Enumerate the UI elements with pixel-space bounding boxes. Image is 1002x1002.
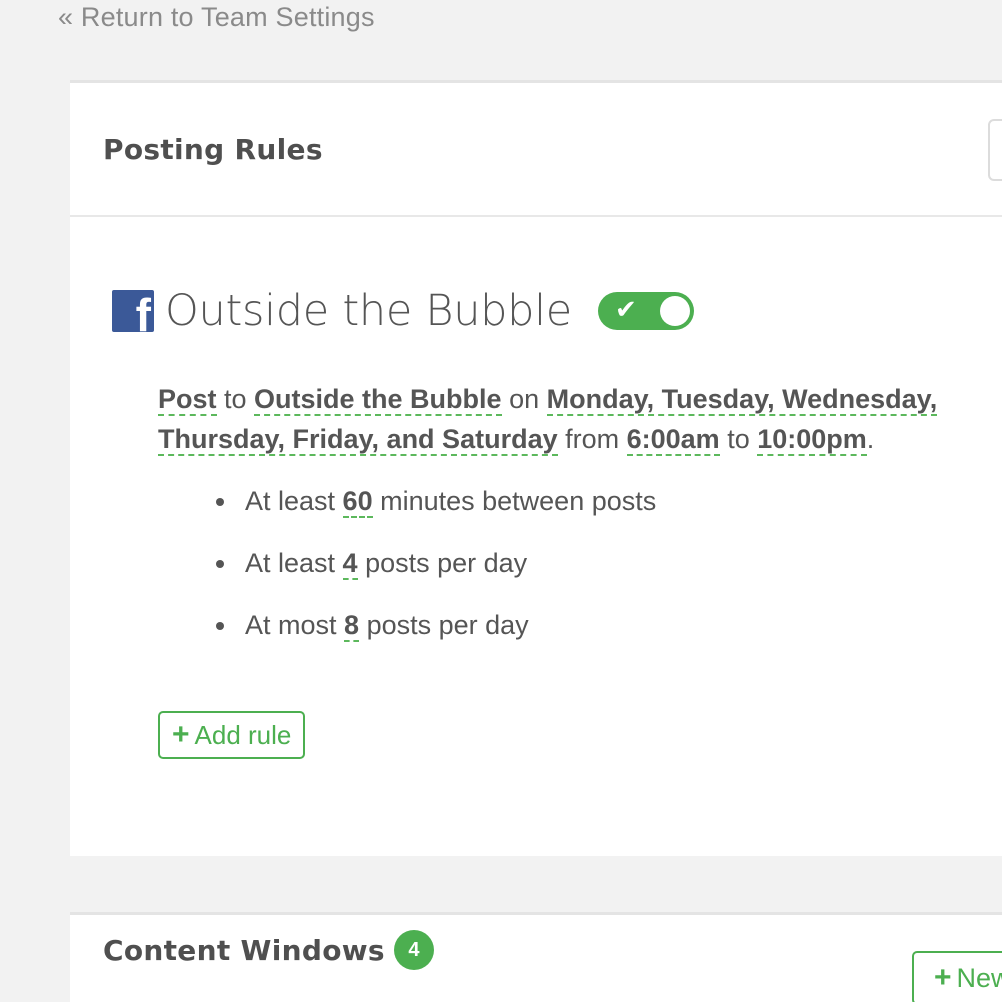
min-posts-value[interactable]: 4	[342, 548, 358, 580]
sentence-text: on	[501, 384, 547, 414]
plus-icon: +	[934, 961, 952, 994]
return-to-team-settings-link[interactable]: « Return to Team Settings	[58, 2, 375, 33]
min-interval-value[interactable]: 60	[342, 486, 373, 518]
add-rule-label: Add rule	[194, 719, 292, 750]
plus-icon: +	[172, 718, 190, 751]
rule-text: At least	[245, 486, 343, 516]
posting-schedule-sentence: Post to Outside the Bubble on Monday, Tu…	[158, 379, 1002, 459]
sentence-text: from	[557, 424, 627, 454]
max-posts-value[interactable]: 8	[344, 610, 360, 642]
new-content-window-button[interactable]: + New	[912, 951, 1002, 1002]
list-item: At least 60 minutes between posts	[215, 481, 657, 543]
rule-text: posts per day	[359, 610, 529, 640]
posting-rules-panel: Posting Rules f Outside the Bubble ✔ Pos…	[70, 80, 1002, 856]
content-windows-header: Content Windows 4	[70, 915, 1002, 1002]
rule-text: At most	[245, 610, 345, 640]
posting-rules-header: Posting Rules	[70, 83, 1002, 217]
content-windows-panel: Content Windows 4 + New	[70, 912, 1002, 1002]
account-row: f Outside the Bubble ✔	[112, 286, 694, 336]
sentence-text: to	[719, 424, 758, 454]
add-rule-button[interactable]: + Add rule	[158, 711, 306, 759]
target-account-dropdown[interactable]: Outside the Bubble	[254, 384, 502, 416]
sentence-text: to	[216, 384, 255, 414]
sentence-text: .	[866, 424, 875, 454]
toggle-knob	[659, 296, 690, 326]
list-item: At most 8 posts per day	[215, 605, 656, 667]
list-item: At least 4 posts per day	[215, 543, 656, 605]
rule-text: posts per day	[357, 548, 528, 578]
account-enabled-toggle[interactable]: ✔	[597, 292, 694, 330]
check-icon: ✔	[614, 295, 637, 325]
end-time-dropdown[interactable]: 10:00pm	[757, 424, 867, 456]
post-action-dropdown[interactable]: Post	[158, 384, 217, 416]
rule-text: At least	[245, 548, 343, 578]
header-action-button[interactable]	[988, 119, 1002, 181]
rule-list: At least 60 minutes between posts At lea…	[215, 481, 657, 667]
account-name: Outside the Bubble	[165, 286, 572, 336]
rule-text: minutes between posts	[372, 486, 657, 516]
facebook-icon: f	[112, 290, 154, 332]
content-windows-title: Content Windows	[103, 933, 385, 967]
new-button-label: New	[956, 962, 1002, 993]
posting-rules-title: Posting Rules	[103, 132, 323, 166]
start-time-dropdown[interactable]: 6:00am	[626, 424, 720, 456]
content-windows-count-badge: 4	[393, 930, 434, 970]
